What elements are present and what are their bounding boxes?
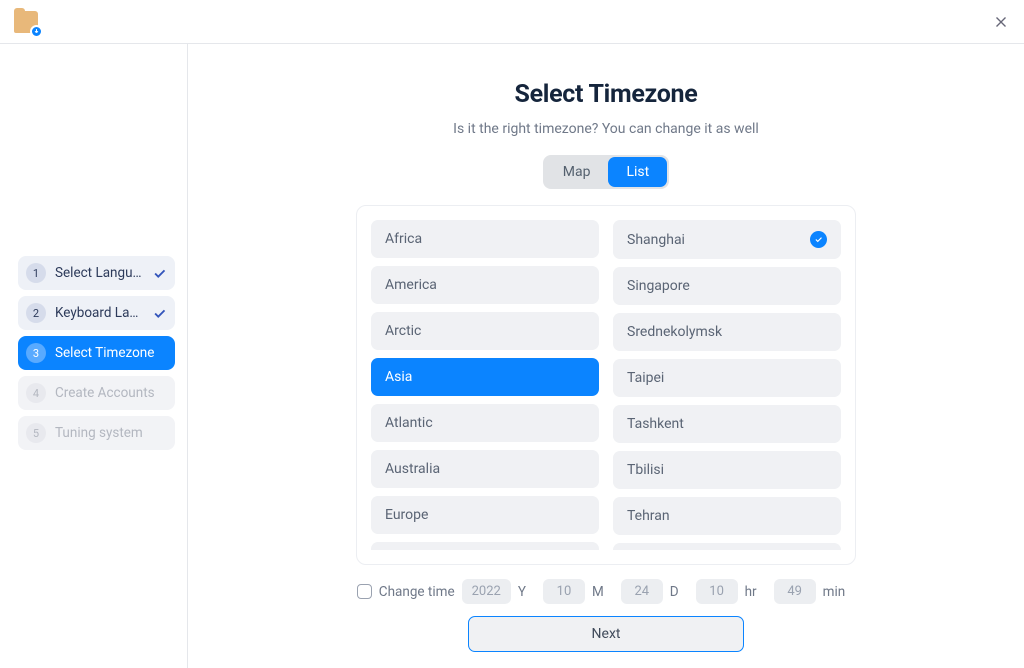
region-item[interactable]: Arctic bbox=[371, 312, 599, 350]
city-item[interactable]: Taipei bbox=[613, 359, 841, 397]
region-item[interactable]: Indian bbox=[371, 542, 599, 550]
list-item-label: Singapore bbox=[627, 278, 690, 294]
step-create-accounts[interactable]: 4 Create Accounts bbox=[18, 376, 175, 410]
day-unit: D bbox=[670, 584, 679, 600]
step-number: 4 bbox=[26, 383, 46, 403]
region-item[interactable]: Australia bbox=[371, 450, 599, 488]
city-item[interactable]: Tbilisi bbox=[613, 451, 841, 489]
list-item-label: Atlantic bbox=[385, 415, 433, 431]
step-select-language[interactable]: 1 Select Langu… bbox=[18, 256, 175, 290]
city-item[interactable]: Singapore bbox=[613, 267, 841, 305]
tab-map[interactable]: Map bbox=[545, 157, 609, 187]
list-item-label: Africa bbox=[385, 231, 422, 247]
region-item[interactable]: Atlantic bbox=[371, 404, 599, 442]
city-item[interactable]: Tehran bbox=[613, 497, 841, 535]
city-list[interactable]: Shanghai Singapore Srednekolymsk Taipei … bbox=[613, 220, 841, 550]
close-icon[interactable] bbox=[992, 13, 1010, 31]
step-label: Tuning system bbox=[55, 425, 167, 441]
list-item-label: Europe bbox=[385, 507, 428, 523]
check-icon bbox=[152, 266, 167, 281]
list-item-label: Tehran bbox=[627, 508, 670, 524]
month-input[interactable]: 10 bbox=[543, 579, 585, 604]
main-panel: Select Timezone Is it the right timezone… bbox=[188, 44, 1024, 668]
step-label: Select Timezone bbox=[55, 345, 167, 361]
page-title: Select Timezone bbox=[515, 80, 698, 109]
steps-sidebar: 1 Select Langu… 2 Keyboard La… 3 Select … bbox=[0, 44, 188, 668]
city-item[interactable]: Srednekolymsk bbox=[613, 313, 841, 351]
page-subtitle: Is it the right timezone? You can change… bbox=[453, 121, 759, 137]
title-bar bbox=[0, 0, 1024, 44]
hour-unit: hr bbox=[745, 584, 757, 600]
list-item-label: Taipei bbox=[627, 370, 664, 386]
month-unit: M bbox=[592, 584, 604, 600]
step-keyboard-layout[interactable]: 2 Keyboard La… bbox=[18, 296, 175, 330]
region-item[interactable]: Africa bbox=[371, 220, 599, 258]
download-badge-icon bbox=[30, 25, 43, 38]
list-item-label: America bbox=[385, 277, 437, 293]
region-list[interactable]: Africa America Arctic Asia Atlantic Aust… bbox=[371, 220, 599, 550]
app-logo bbox=[14, 11, 38, 33]
step-select-timezone[interactable]: 3 Select Timezone bbox=[18, 336, 175, 370]
selected-check-icon bbox=[810, 231, 827, 248]
next-button[interactable]: Next bbox=[468, 616, 744, 652]
change-time-checkbox[interactable] bbox=[357, 584, 372, 599]
timezone-lists: Africa America Arctic Asia Atlantic Aust… bbox=[356, 205, 856, 565]
step-tuning-system[interactable]: 5 Tuning system bbox=[18, 416, 175, 450]
step-number: 3 bbox=[26, 343, 46, 363]
hour-input[interactable]: 10 bbox=[696, 579, 738, 604]
list-item-label: Srednekolymsk bbox=[627, 324, 722, 340]
step-label: Select Langu… bbox=[55, 265, 148, 281]
tab-list[interactable]: List bbox=[608, 157, 667, 187]
step-number: 1 bbox=[26, 263, 46, 283]
list-item-label: Arctic bbox=[385, 323, 421, 339]
list-item-label: Asia bbox=[385, 369, 412, 385]
step-label: Keyboard La… bbox=[55, 305, 148, 321]
region-item[interactable]: America bbox=[371, 266, 599, 304]
day-input[interactable]: 24 bbox=[621, 579, 663, 604]
minute-input[interactable]: 49 bbox=[774, 579, 816, 604]
city-item[interactable]: Thimphu bbox=[613, 543, 841, 550]
region-item[interactable]: Asia bbox=[371, 358, 599, 396]
step-number: 2 bbox=[26, 303, 46, 323]
list-item-label: Tashkent bbox=[627, 416, 684, 432]
change-time-row: Change time 2022 Y 10 M 24 D 10 hr 49 mi… bbox=[357, 579, 855, 604]
year-input[interactable]: 2022 bbox=[462, 579, 511, 604]
city-item[interactable]: Tashkent bbox=[613, 405, 841, 443]
year-unit: Y bbox=[518, 584, 526, 600]
city-item[interactable]: Shanghai bbox=[613, 220, 841, 259]
list-item-label: Tbilisi bbox=[627, 462, 664, 478]
view-tabs: Map List bbox=[543, 155, 669, 189]
minute-unit: min bbox=[823, 584, 846, 600]
change-time-label: Change time bbox=[379, 584, 455, 600]
list-item-label: Australia bbox=[385, 461, 440, 477]
list-item-label: Shanghai bbox=[627, 232, 685, 248]
step-label: Create Accounts bbox=[55, 385, 167, 401]
step-number: 5 bbox=[26, 423, 46, 443]
check-icon bbox=[152, 306, 167, 321]
region-item[interactable]: Europe bbox=[371, 496, 599, 534]
